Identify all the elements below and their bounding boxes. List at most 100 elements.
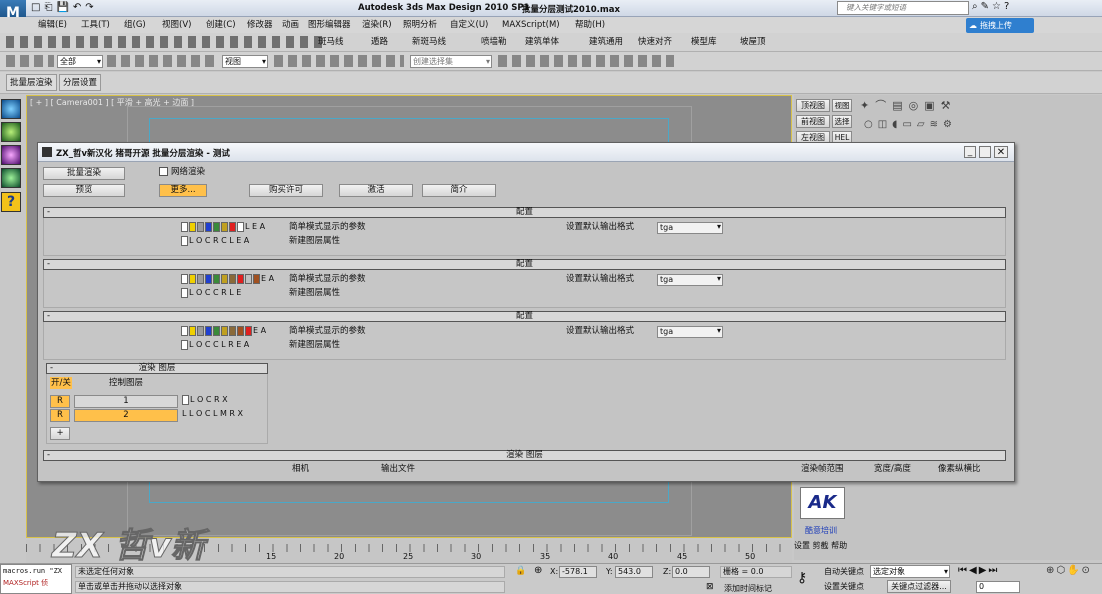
- render-icons[interactable]: [498, 55, 674, 67]
- tab-layer-settings[interactable]: 分层设置: [59, 74, 102, 91]
- tool-slope-roof[interactable]: 坡屋顶: [740, 33, 766, 52]
- config-section-header[interactable]: - 配置: [43, 207, 1006, 218]
- intro-button[interactable]: 简介: [422, 184, 496, 197]
- format-dropdown[interactable]: tga: [657, 326, 723, 338]
- network-render-checkbox[interactable]: [159, 167, 168, 176]
- search-input[interactable]: 键入关键字或短语: [837, 1, 969, 15]
- menu-tools[interactable]: 工具(T): [81, 17, 110, 33]
- y-coordinate[interactable]: 543.0: [615, 566, 653, 578]
- time-tag-icon[interactable]: ⊠: [706, 582, 714, 592]
- layer-row-letters: L O C R X: [190, 395, 228, 404]
- key-icon[interactable]: ⚷: [797, 570, 807, 586]
- menu-create[interactable]: 创建(C): [206, 17, 236, 33]
- tool-zebra[interactable]: 斑马线: [318, 33, 344, 52]
- panel-tabs[interactable]: ✦⌒▤◎▣⚒: [860, 97, 980, 113]
- menu-rendering[interactable]: 渲染(R): [362, 17, 392, 33]
- quick-access-toolbar[interactable]: □⎗💾↶↷: [31, 2, 131, 15]
- new-layer-swatches[interactable]: L O C C L R E A: [181, 339, 249, 351]
- maxscript-listener[interactable]: macros.run "ZX MAXScript 侦: [0, 564, 72, 594]
- close-icon[interactable]: ✕: [994, 146, 1008, 158]
- render-layers-table-header[interactable]: - 渲染 图层: [43, 450, 1006, 461]
- explode-icon[interactable]: [1, 99, 21, 119]
- menu-graph-editors[interactable]: 图形编辑器: [308, 17, 351, 33]
- menu-lighting[interactable]: 照明分析: [403, 17, 437, 33]
- selection-filter[interactable]: 全部: [57, 55, 103, 68]
- more-button[interactable]: 更多...: [159, 184, 207, 197]
- activate-button[interactable]: 激活: [339, 184, 413, 197]
- add-layer-button[interactable]: +: [50, 427, 70, 440]
- format-value: tga: [660, 327, 674, 336]
- link-icons[interactable]: [6, 55, 54, 67]
- tool-model-library[interactable]: 模型库: [691, 33, 717, 52]
- render-layers-header[interactable]: - 渲染 图层: [46, 363, 268, 374]
- menu-views[interactable]: 视图(V): [162, 17, 191, 33]
- layer-row-index[interactable]: 1: [74, 395, 178, 408]
- view-button[interactable]: 视图: [832, 99, 852, 112]
- preview-button[interactable]: 预览: [43, 184, 125, 197]
- select-button[interactable]: 选择: [832, 115, 852, 128]
- panel-footer[interactable]: 设置 剪截 帮助: [794, 540, 847, 551]
- layer-row-index[interactable]: 2: [74, 409, 178, 422]
- figure-icon[interactable]: [1, 168, 21, 188]
- prompt-line: 单击或单击并拖动以选择对象: [75, 581, 505, 593]
- menu-help[interactable]: 帮助(H): [575, 17, 605, 33]
- star-icon[interactable]: [1, 145, 21, 165]
- key-filters-button[interactable]: 关键点过滤器...: [887, 580, 951, 593]
- menu-animation[interactable]: 动画: [282, 17, 299, 33]
- create-category-icons[interactable]: ○◫◖▭▱≋⚙: [864, 119, 984, 133]
- tool-road[interactable]: 遁路: [371, 33, 388, 52]
- x-coordinate[interactable]: -578.1: [559, 566, 597, 578]
- upload-button[interactable]: ☁ 拖拽上传: [966, 18, 1034, 33]
- tool-building-general[interactable]: 建筑通用: [589, 33, 623, 52]
- layer-row-swatches[interactable]: L O C R X: [182, 394, 228, 406]
- layer-row-swatches[interactable]: L L O C L M R X: [182, 408, 243, 420]
- snap-icons[interactable]: [274, 55, 404, 67]
- reference-coord-dropdown[interactable]: 视图: [222, 55, 268, 68]
- help-icon[interactable]: ?: [1, 192, 21, 212]
- menu-edit[interactable]: 编辑(E): [38, 17, 67, 33]
- tool-new-zebra[interactable]: 新斑马线: [412, 33, 446, 52]
- simple-param-swatches[interactable]: L E A: [181, 221, 265, 233]
- maximize-icon[interactable]: [979, 146, 991, 158]
- key-target-dropdown[interactable]: 选定对象: [870, 565, 950, 578]
- tool-quick-align[interactable]: 快速对齐: [638, 33, 672, 52]
- simple-param-swatches[interactable]: E A: [181, 273, 274, 285]
- current-frame[interactable]: 0: [976, 581, 1020, 593]
- lock-icon[interactable]: 🔒: [515, 566, 526, 576]
- top-view-button[interactable]: 顶视图: [796, 99, 830, 112]
- z-coordinate[interactable]: 0.0: [672, 566, 710, 578]
- menu-modifiers[interactable]: 修改器: [247, 17, 273, 33]
- named-selection-dropdown[interactable]: 创建选择集: [410, 55, 492, 68]
- minimize-icon[interactable]: _: [964, 146, 976, 158]
- new-layer-swatches[interactable]: L O C C R L E: [181, 287, 241, 299]
- batch-render-button[interactable]: 批量渲染: [43, 167, 125, 180]
- add-time-tag[interactable]: 添加时间标记: [724, 583, 772, 594]
- tool-icons-left[interactable]: [6, 36, 326, 48]
- auto-key-label[interactable]: 自动关键点: [824, 566, 864, 577]
- transform-mode-icon[interactable]: ⊕: [534, 565, 542, 576]
- new-layer-swatches[interactable]: L O C R C L E A: [181, 235, 249, 247]
- tool-building-unit[interactable]: 建筑单体: [525, 33, 559, 52]
- help-icons[interactable]: ⌕✎☆?: [972, 1, 1102, 15]
- set-key-label[interactable]: 设置关键点: [824, 581, 864, 592]
- buy-license-button[interactable]: 购买许可: [249, 184, 323, 197]
- layer-row-flag[interactable]: R: [50, 409, 70, 422]
- config-section-header[interactable]: - 配置: [43, 259, 1006, 270]
- tool-spray-wall[interactable]: 喷墙勒: [481, 33, 507, 52]
- nav-icons[interactable]: ⊕⬡✋⊙: [1046, 565, 1092, 576]
- front-view-button[interactable]: 前视图: [796, 115, 830, 128]
- dialog-title-bar[interactable]: ZX_哲v新汉化 猪哥开源 批量分层渲染 - 测试 _ ✕: [38, 143, 1014, 162]
- menu-customize[interactable]: 自定义(U): [450, 17, 488, 33]
- simple-param-swatches[interactable]: E A: [181, 325, 266, 337]
- tab-batch-layer-render[interactable]: 批量层渲染: [6, 74, 57, 91]
- format-dropdown[interactable]: tga: [657, 274, 723, 286]
- menu-maxscript[interactable]: MAXScript(M): [502, 17, 560, 33]
- menu-group[interactable]: 组(G): [124, 17, 146, 33]
- layer-row-flag[interactable]: R: [50, 395, 70, 408]
- ak-logo[interactable]: AK: [800, 487, 845, 519]
- select-icons[interactable]: [107, 55, 219, 67]
- gear-icon[interactable]: [1, 122, 21, 142]
- config-section-header[interactable]: - 配置: [43, 311, 1006, 322]
- format-dropdown[interactable]: tga: [657, 222, 723, 234]
- playback-controls[interactable]: ⏮◀▶⏭: [958, 565, 999, 576]
